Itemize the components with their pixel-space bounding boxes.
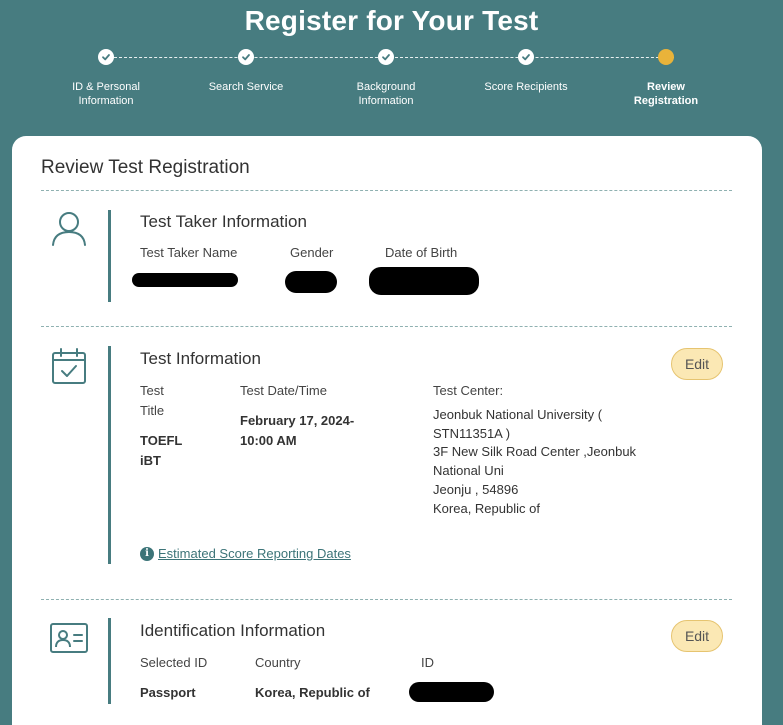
section-title: Identification Information — [140, 621, 326, 640]
step-id-personal-information[interactable]: ID & Personal Information — [51, 48, 161, 108]
redacted-name — [132, 273, 238, 287]
link-text: Estimated Score Reporting Dates — [158, 546, 351, 561]
test-center-line: 3F New Silk Road Center ,Jeonbuk — [433, 444, 637, 459]
test-center-line: Jeonbuk National University ( — [433, 407, 603, 422]
estimated-score-dates-link[interactable]: i Estimated Score Reporting Dates — [140, 546, 351, 561]
step-review-registration: Review Registration — [611, 48, 721, 108]
test-center-line: Jeonju , 54896 — [433, 482, 519, 497]
page-title: Register for Your Test — [244, 5, 539, 36]
test-taker-name-label: Test Taker Name — [140, 245, 238, 260]
step-label: Review Registration — [633, 81, 699, 107]
id-label: ID — [421, 655, 434, 670]
section-title: Test Information — [140, 349, 261, 368]
section-title: Test Taker Information — [140, 212, 307, 231]
test-title-value: TOEFL — [140, 433, 183, 448]
redacted-gender — [285, 271, 337, 293]
test-time-value: 10:00 AM — [240, 433, 297, 448]
test-center-line: National Uni — [433, 463, 504, 478]
gender-label: Gender — [290, 245, 334, 260]
progress-stepper: ID & Personal Information Search Service … — [0, 48, 783, 118]
edit-identification-button[interactable]: Edit — [671, 620, 723, 652]
edit-test-info-button[interactable]: Edit — [671, 348, 723, 380]
test-date-value: February 17, 2024- — [240, 413, 355, 428]
divider — [41, 190, 732, 191]
test-date-label: Test Date/Time — [240, 383, 327, 398]
selected-id-label: Selected ID — [140, 655, 208, 670]
calendar-check-icon — [52, 348, 86, 384]
step-background-information[interactable]: Background Information — [331, 48, 441, 108]
country-value: Korea, Republic of — [255, 685, 370, 700]
test-title-label: Test — [140, 383, 164, 398]
test-title-value: iBT — [140, 453, 161, 468]
step-label: Background Information — [356, 81, 416, 107]
check-icon — [378, 49, 394, 65]
date-of-birth-label: Date of Birth — [385, 245, 458, 260]
test-title-label: Title — [140, 403, 165, 418]
user-icon — [52, 212, 86, 246]
check-icon — [518, 49, 534, 65]
step-label: Score Recipients — [484, 81, 568, 93]
review-card: Review Test Registration Test Taker Info… — [12, 136, 762, 725]
check-icon — [238, 49, 254, 65]
info-icon: i — [140, 546, 154, 561]
section-accent-bar — [108, 210, 111, 302]
step-search-service[interactable]: Search Service — [191, 48, 301, 94]
id-card-icon — [50, 623, 88, 653]
redacted-date-of-birth — [369, 267, 479, 295]
check-icon — [98, 49, 114, 65]
test-center-line: Korea, Republic of — [433, 501, 540, 516]
country-label: Country — [255, 655, 301, 670]
card-title: Review Test Registration — [41, 157, 250, 178]
test-center-label: Test Center: — [433, 383, 504, 398]
redacted-id-number — [409, 682, 494, 702]
test-center-line: STN11351A ) — [433, 426, 511, 441]
section-accent-bar — [108, 618, 111, 704]
current-step-dot — [658, 49, 674, 65]
section-accent-bar — [108, 346, 111, 564]
step-label: ID & Personal Information — [72, 81, 140, 107]
selected-id-value: Passport — [140, 685, 196, 700]
divider — [41, 599, 732, 600]
step-score-recipients[interactable]: Score Recipients — [471, 48, 581, 94]
step-label: Search Service — [208, 81, 284, 93]
divider — [41, 326, 732, 327]
